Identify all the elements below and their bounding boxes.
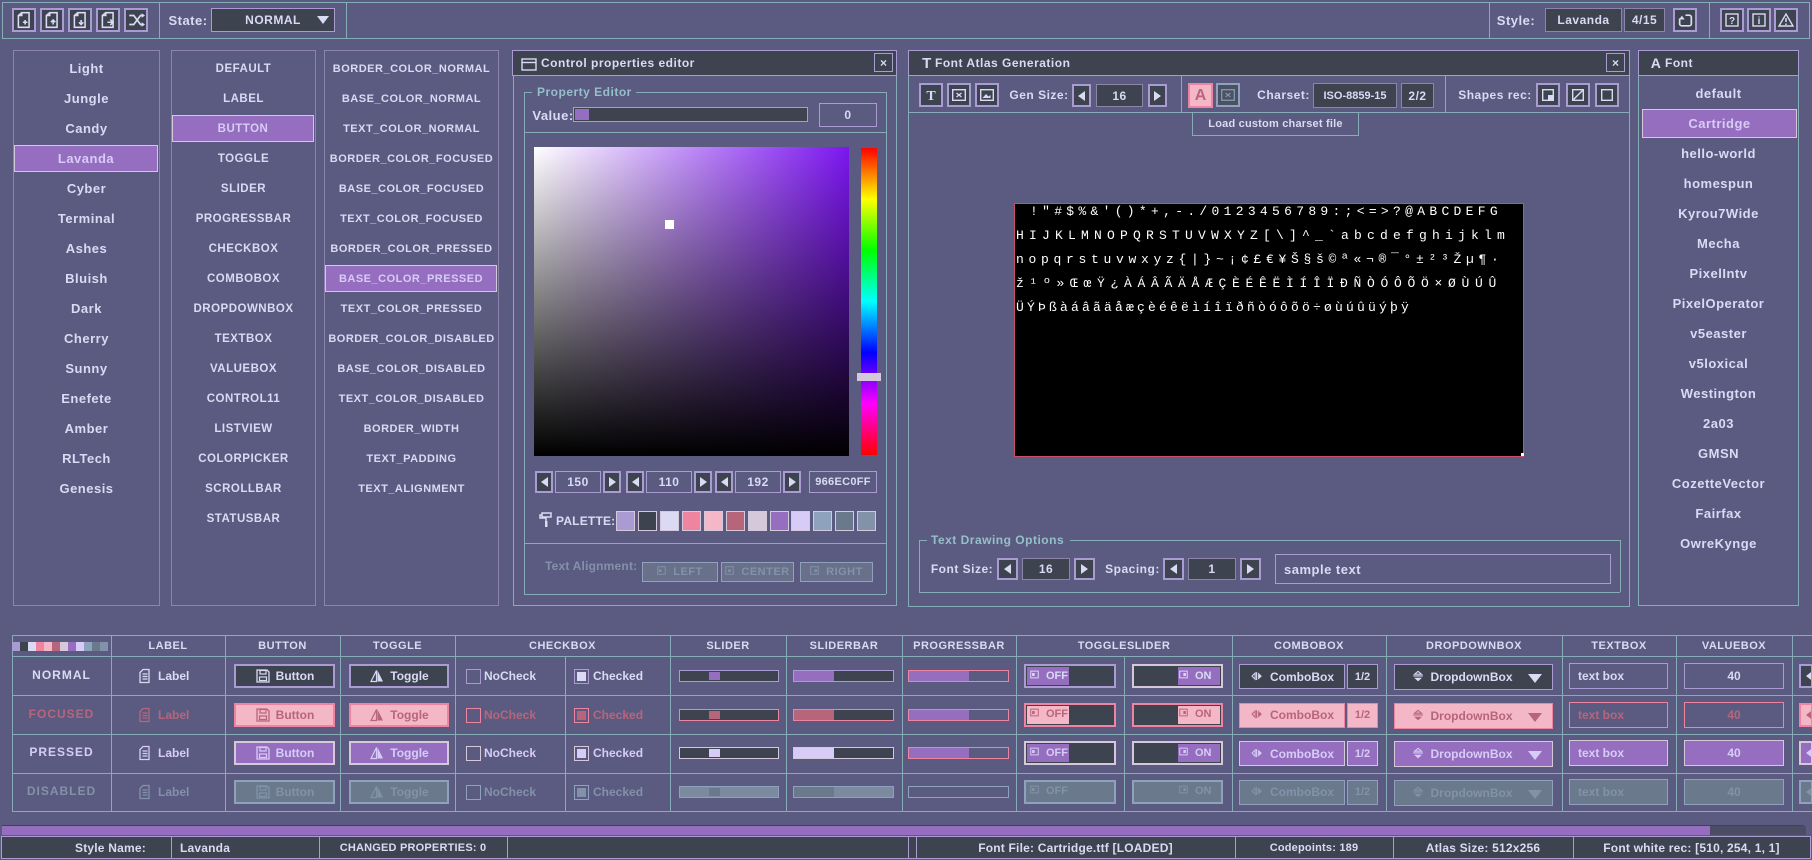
svg-text:?: ? bbox=[1729, 16, 1735, 27]
svg-text:T: T bbox=[926, 89, 936, 103]
svg-text:i: i bbox=[1758, 16, 1761, 27]
